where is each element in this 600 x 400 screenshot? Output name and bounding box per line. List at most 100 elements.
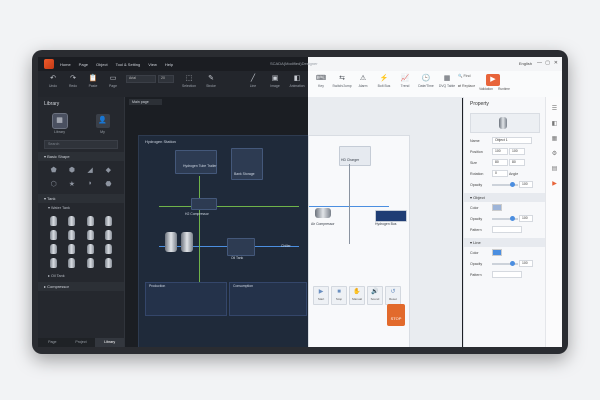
hexagon-icon[interactable]: ⬢ — [64, 164, 79, 175]
stop-control-button[interactable]: ■ Stop — [331, 286, 347, 305]
undo-button[interactable]: ↶ Undo — [42, 74, 64, 94]
reset-button[interactable]: ↺ Reset — [385, 286, 401, 305]
sound-button[interactable]: 🔊 Sound — [367, 286, 383, 305]
font-family-select[interactable]: Arial — [126, 75, 156, 83]
object-section[interactable]: ▾ Object — [464, 193, 546, 202]
trend-button[interactable]: 📈 Trend — [394, 74, 416, 94]
subsection-oil-tank[interactable]: ▸ Oil Tank — [38, 271, 124, 280]
tank-shape[interactable] — [46, 215, 61, 226]
language-select[interactable]: English — [519, 61, 532, 66]
tank-shape[interactable] — [64, 215, 79, 226]
close-icon[interactable]: ✕ — [554, 60, 558, 66]
tank-shape[interactable] — [46, 257, 61, 268]
key-button[interactable]: ⌨ Key — [310, 74, 332, 94]
menu-view[interactable]: View — [148, 62, 157, 67]
grid-icon[interactable]: ▦ — [546, 135, 562, 142]
section-basic-shape[interactable]: ▾ Basic Shape — [38, 152, 124, 161]
validation-label[interactable]: Validation — [478, 87, 494, 107]
position-y-input[interactable]: 100 — [509, 148, 525, 155]
stroke-button[interactable]: ✎ Stroke — [200, 74, 222, 94]
tank-shape[interactable] — [83, 229, 98, 240]
tank-shape[interactable] — [101, 229, 116, 240]
font-size-select[interactable]: 20 — [158, 75, 174, 83]
tank-shape[interactable] — [83, 257, 98, 268]
line-section[interactable]: ▾ Line — [464, 238, 546, 247]
minimize-icon[interactable]: — — [537, 60, 542, 66]
data-icon[interactable]: ▤ — [546, 165, 562, 172]
rotation-input[interactable]: 0 — [492, 170, 508, 177]
run-button[interactable]: ▶ — [486, 74, 500, 86]
redo-button[interactable]: ↷ Redo — [62, 74, 84, 94]
replace-button[interactable]: ⇄ Replace — [458, 84, 480, 104]
runtime-label[interactable]: Runtime — [496, 87, 512, 107]
line-pattern-select[interactable] — [492, 271, 522, 278]
tank-shape[interactable] — [64, 229, 79, 240]
start-button[interactable]: ▶ Start — [313, 286, 329, 305]
line-button[interactable]: ╱ Line — [242, 74, 264, 94]
tank-shape[interactable] — [64, 257, 79, 268]
page-tab-main[interactable]: Main page — [129, 99, 162, 105]
fill-opacity-slider[interactable] — [492, 215, 518, 221]
section-compressor[interactable]: ▸ Compressor — [38, 282, 124, 291]
manual-button[interactable]: ✋ Manual — [349, 286, 365, 305]
tab-library[interactable]: ▦ Library — [48, 113, 72, 134]
design-canvas[interactable]: Main page Hydrogen Station Hydrogen Tube… — [125, 97, 462, 347]
menu-help[interactable]: Help — [165, 62, 173, 67]
library-search-input[interactable]: Search — [44, 140, 118, 149]
fill-pattern-select[interactable] — [492, 226, 522, 233]
maximize-icon[interactable]: ▢ — [545, 60, 550, 66]
octagon-icon[interactable]: ⬣ — [101, 178, 116, 189]
selection-button[interactable]: ⬚ Selection — [178, 74, 200, 94]
line-icon: ╱ — [250, 75, 256, 82]
alarm-button[interactable]: ⚠ Alarm — [352, 74, 374, 94]
width-input[interactable]: 80 — [492, 159, 508, 166]
bolt-icon: ⚡ — [379, 75, 389, 82]
animation-button[interactable]: ◧ Animation — [286, 74, 308, 94]
opacity-slider[interactable] — [492, 181, 518, 187]
tank-shape[interactable] — [46, 229, 61, 240]
switch-jump-button[interactable]: ⇆ Switch/Jump — [331, 74, 353, 94]
opacity-input[interactable]: 100 — [519, 181, 533, 188]
footer-tab-library[interactable]: Library — [95, 338, 125, 347]
bolt-bus-button[interactable]: ⚡ Bolt Bus — [373, 74, 395, 94]
image-button[interactable]: ▣ Image — [264, 74, 286, 94]
tank-shape[interactable] — [101, 243, 116, 254]
line-color-swatch[interactable] — [492, 249, 502, 256]
diamond-icon[interactable]: ◆ — [101, 164, 116, 175]
date-time-button[interactable]: 🕒 Date/Time — [415, 74, 437, 94]
tank-shape[interactable] — [64, 243, 79, 254]
section-tank[interactable]: ▾ Tank — [38, 194, 124, 203]
property-icon[interactable]: ☰ — [546, 105, 562, 112]
emergency-stop-button[interactable]: STOP — [387, 304, 405, 326]
half-circle-icon[interactable]: ◗ — [83, 178, 98, 189]
position-x-input[interactable]: 100 — [492, 148, 508, 155]
tank-shape[interactable] — [83, 243, 98, 254]
charger-block — [339, 146, 371, 166]
tab-my[interactable]: 👤 My — [91, 114, 115, 134]
pentagon-icon[interactable]: ⬟ — [46, 164, 61, 175]
line-opacity-slider[interactable] — [492, 260, 518, 266]
layers-icon[interactable]: ◧ — [546, 120, 562, 127]
paste-button[interactable]: 📋 Paste — [82, 74, 104, 94]
tank-shape[interactable] — [101, 257, 116, 268]
hexagon-outline-icon[interactable]: ⬡ — [46, 178, 61, 189]
menu-page[interactable]: Page — [79, 62, 88, 67]
tank-shape[interactable] — [83, 215, 98, 226]
fill-color-swatch[interactable] — [492, 204, 502, 211]
name-input[interactable]: Object 1 — [492, 137, 532, 144]
tank-shape[interactable] — [46, 243, 61, 254]
footer-tab-page[interactable]: Page — [38, 338, 67, 347]
page-button[interactable]: ▭ Page — [102, 74, 124, 94]
star-icon[interactable]: ★ — [64, 178, 79, 189]
footer-tab-project[interactable]: Project — [67, 338, 96, 347]
dvq-table-button[interactable]: ▦ DVQ Table — [436, 74, 458, 94]
menu-home[interactable]: Home — [60, 62, 71, 67]
menu-object[interactable]: Object — [96, 62, 108, 67]
subsection-water-tank[interactable]: ▾ Water Tank — [38, 203, 124, 212]
triangle-icon[interactable]: ◢ — [83, 164, 98, 175]
play-icon[interactable]: ▶ — [546, 180, 562, 187]
tank-shape[interactable] — [101, 215, 116, 226]
menu-tool-setting[interactable]: Tool & Setting — [116, 62, 141, 67]
height-input[interactable]: 80 — [509, 159, 525, 166]
event-icon[interactable]: ⚙ — [546, 150, 562, 157]
